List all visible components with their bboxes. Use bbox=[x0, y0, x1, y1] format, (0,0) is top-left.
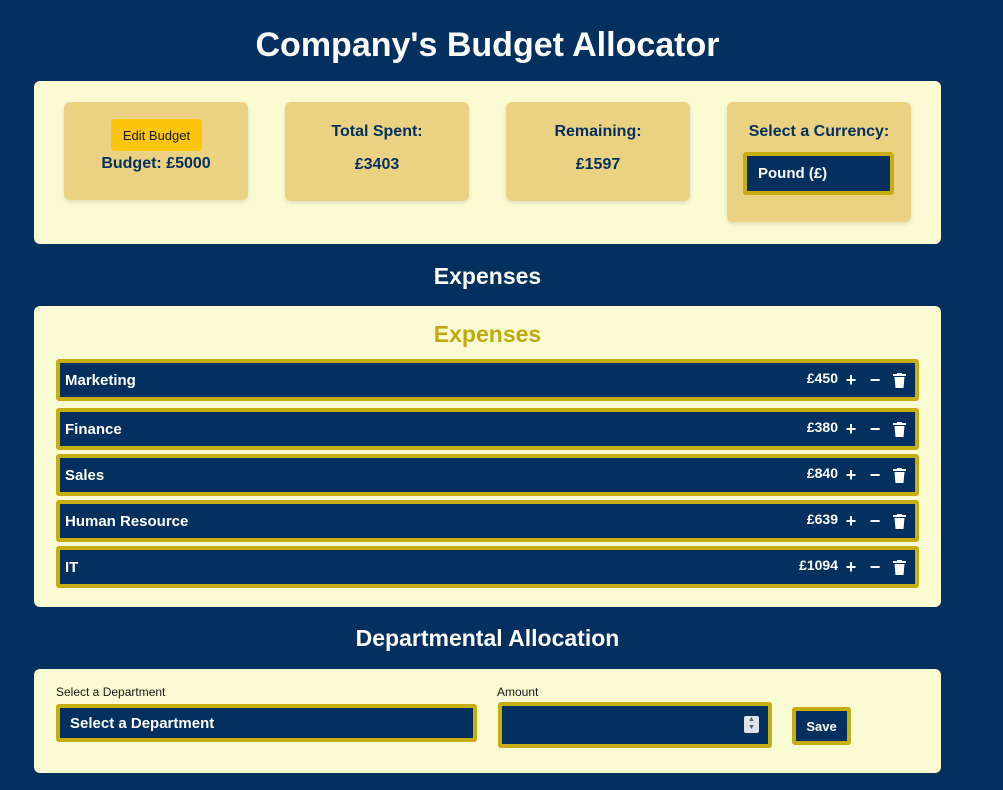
expense-name: Human Resource bbox=[65, 512, 189, 530]
remaining-card: Remaining: £1597 bbox=[506, 102, 690, 201]
budget-summary-panel: Edit Budget Budget: £5000 Total Spent: £… bbox=[34, 81, 941, 244]
minus-icon[interactable]: − bbox=[867, 420, 883, 438]
expense-row: Sales £840 + − bbox=[56, 454, 919, 496]
department-label: Select a Department bbox=[56, 685, 166, 699]
total-spent-value: £3403 bbox=[354, 156, 400, 173]
page-title: Company's Budget Allocator bbox=[255, 26, 720, 64]
expenses-heading: Expenses bbox=[433, 263, 542, 289]
expense-name: Sales bbox=[65, 466, 105, 484]
expense-amount: £380 bbox=[806, 419, 838, 435]
expenses-panel: Expenses Marketing £450 + − Finance £380… bbox=[34, 306, 941, 607]
budget-card: Edit Budget Budget: £5000 bbox=[64, 102, 248, 200]
trash-icon[interactable] bbox=[891, 558, 907, 576]
plus-icon[interactable]: + bbox=[843, 512, 859, 530]
expense-row: IT £1094 + − bbox=[56, 546, 919, 588]
expense-name: Finance bbox=[65, 420, 122, 438]
plus-icon[interactable]: + bbox=[843, 466, 859, 484]
plus-icon[interactable]: + bbox=[843, 558, 859, 576]
expense-row: Finance £380 + − bbox=[56, 408, 919, 450]
expense-amount: £450 bbox=[806, 370, 838, 386]
remaining-value: £1597 bbox=[575, 156, 621, 173]
minus-icon[interactable]: − bbox=[867, 558, 883, 576]
expense-row: Human Resource £639 + − bbox=[56, 500, 919, 542]
amount-label: Amount bbox=[497, 685, 539, 699]
trash-icon[interactable] bbox=[891, 512, 907, 530]
budget-value: Budget: £5000 bbox=[101, 155, 211, 172]
remaining-label: Remaining: bbox=[554, 123, 642, 140]
plus-icon[interactable]: + bbox=[843, 420, 859, 438]
minus-icon[interactable]: − bbox=[867, 466, 883, 484]
department-select[interactable]: Select a Department bbox=[56, 704, 477, 742]
trash-icon[interactable] bbox=[891, 466, 907, 484]
trash-icon[interactable] bbox=[891, 371, 907, 389]
currency-card: Select a Currency: Pound (£) bbox=[727, 102, 911, 222]
currency-select[interactable]: Pound (£) bbox=[743, 152, 894, 195]
expense-row: Marketing £450 + − bbox=[56, 359, 919, 401]
total-spent-card: Total Spent: £3403 bbox=[285, 102, 469, 201]
expense-amount: £1094 bbox=[799, 557, 838, 573]
spinner-icon[interactable]: ▲ ▼ bbox=[744, 716, 759, 733]
expense-amount: £639 bbox=[806, 511, 838, 527]
allocation-panel: Select a Department Select a Department … bbox=[34, 669, 941, 773]
save-button[interactable]: Save bbox=[792, 707, 851, 745]
amount-input[interactable] bbox=[498, 702, 772, 748]
expense-amount: £840 bbox=[806, 465, 838, 481]
edit-budget-button[interactable]: Edit Budget bbox=[111, 119, 202, 151]
expense-name: IT bbox=[65, 558, 79, 576]
minus-icon[interactable]: − bbox=[867, 371, 883, 389]
trash-icon[interactable] bbox=[891, 420, 907, 438]
allocation-heading: Departmental Allocation bbox=[355, 625, 620, 651]
minus-icon[interactable]: − bbox=[867, 512, 883, 530]
plus-icon[interactable]: + bbox=[843, 371, 859, 389]
total-spent-label: Total Spent: bbox=[331, 123, 423, 140]
currency-label: Select a Currency: bbox=[748, 123, 890, 140]
expenses-panel-title: Expenses bbox=[433, 321, 542, 347]
expense-name: Marketing bbox=[65, 371, 136, 389]
